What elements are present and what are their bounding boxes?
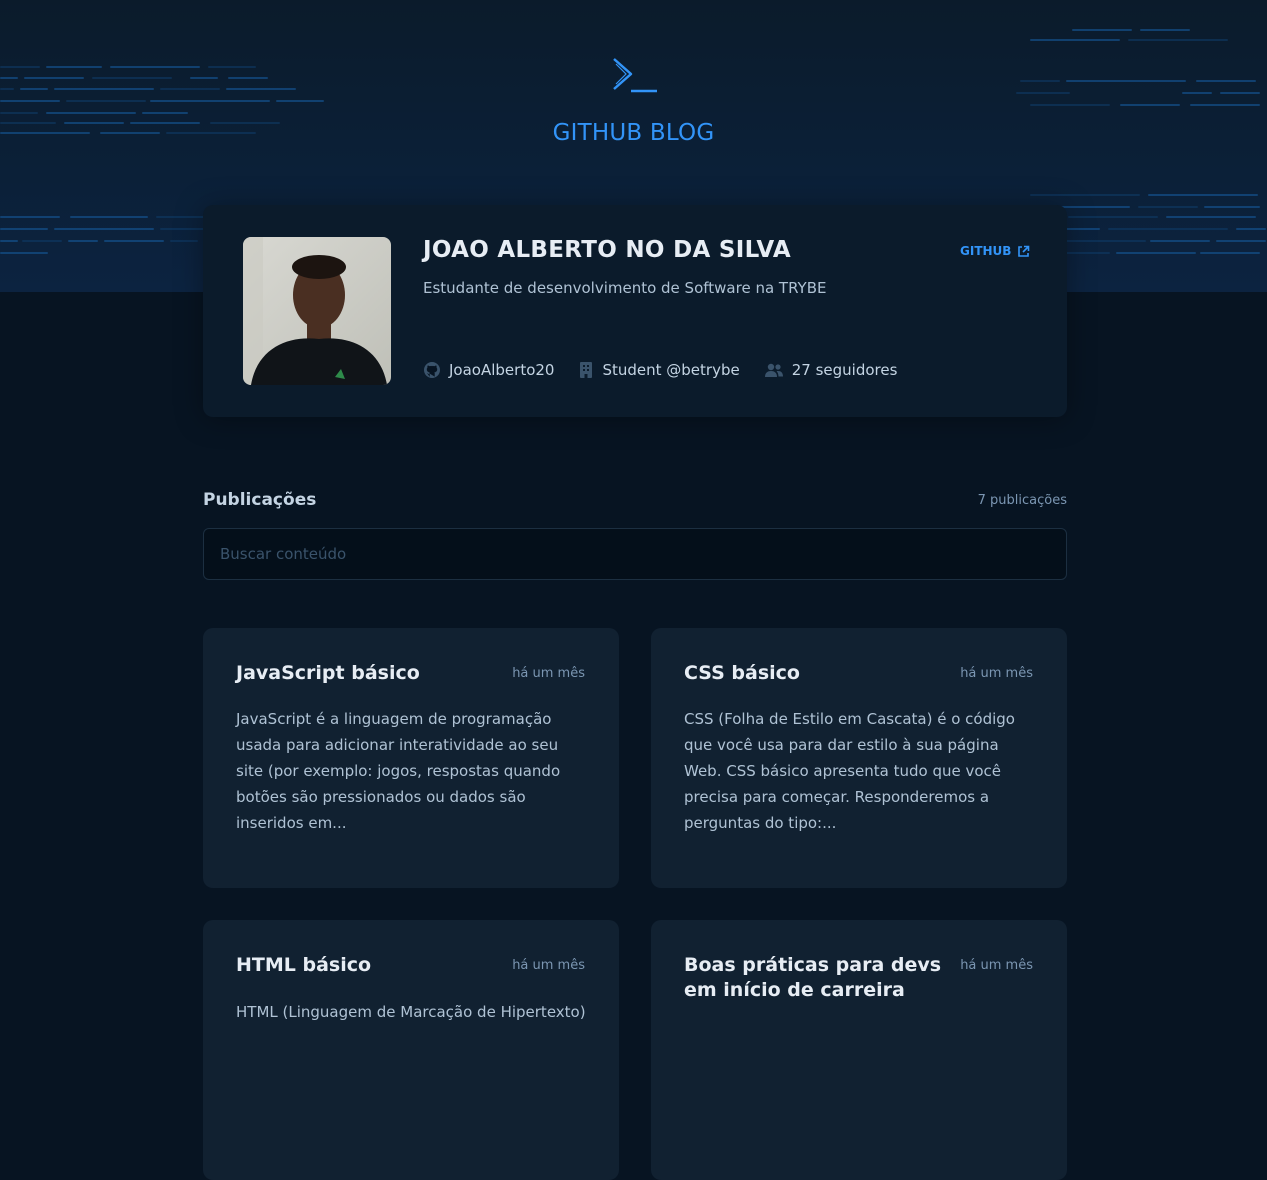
header-decoration-line [142,112,188,114]
header-decoration-line [0,66,40,68]
post-title: HTML básico [236,954,372,976]
post-date: há um mês [512,666,585,681]
profile-card: JOAO ALBERTO NO DA SILVA GITHUB Estudant… [203,205,1067,417]
header-decoration-line [1108,228,1228,230]
header-decoration-line [1016,92,1070,94]
post-excerpt: HTML (Linguagem de Marcação de Hipertext… [236,1003,586,1021]
profile-name: JOAO ALBERTO NO DA SILVA [423,237,792,263]
avatar [243,237,391,385]
publications-title: Publicações [203,490,317,510]
header-decoration-line [1066,80,1186,82]
header-decoration-line [1236,228,1266,230]
header-decoration-line [0,216,60,218]
header-decoration-line [1020,80,1060,82]
meta-followers: 27 seguidores [764,361,898,379]
header-decoration-line [1216,240,1266,242]
profile-followers: 27 seguidores [791,361,898,379]
post-date: há um mês [960,666,1033,681]
header-decoration-line [1030,104,1110,106]
header-decoration-line [68,240,98,242]
header-decoration-line [1204,206,1260,208]
publications-count: 7 publicações [977,493,1067,508]
post-date: há um mês [960,958,1033,973]
header-decoration-line [208,66,256,68]
header-decoration-line [1148,194,1258,196]
profile-meta: JoaoAlberto20 Student @betrybe 27 seguid… [423,361,897,379]
header-decoration-line [0,252,48,254]
header-decoration-line [1030,39,1120,41]
header-decoration-line [46,112,136,114]
header-decoration-line [46,66,102,68]
header-decoration-line [1138,206,1198,208]
post-card[interactable]: Boas práticas para devs em início de car… [651,920,1067,1180]
post-title: JavaScript básico [236,662,420,684]
header-decoration-line [92,77,172,79]
header-decoration-line [0,100,60,102]
external-link-icon [1018,245,1030,257]
header-decoration-line [0,240,18,242]
post-title: Boas práticas para devs em início de car… [684,954,942,1001]
header-decoration-line [226,88,296,90]
header-decoration-line [1068,216,1158,218]
header-decoration-line [1200,252,1260,254]
header-decoration-line [1150,240,1210,242]
header-decoration-line [1128,39,1228,41]
post-card[interactable]: CSS básico há um mês CSS (Folha de Estil… [651,628,1067,888]
header-decoration-line [0,112,38,114]
header-decoration-line [0,77,18,79]
header-decoration-line [70,216,148,218]
site-title: GITHUB BLOG [552,120,715,146]
meta-username: JoaoAlberto20 [423,361,554,379]
header-decoration-line [1196,80,1256,82]
header-decoration-line [170,240,198,242]
header-decoration-line [1060,206,1130,208]
header-decoration-line [1220,92,1260,94]
github-icon [424,362,440,378]
profile-company: Student @betrybe [602,361,740,379]
github-link-label[interactable]: GITHUB [960,244,1011,258]
terminal-icon [613,58,657,93]
header-decoration-line [1030,194,1140,196]
post-excerpt: CSS (Folha de Estilo em Cascata) é o cód… [684,710,1015,832]
header-decoration-line [54,228,154,230]
header-decoration-line [1120,104,1180,106]
users-icon [764,363,783,377]
header-decoration-line [1060,252,1110,254]
header-decoration-line [1140,29,1190,31]
header-decoration-line [1166,216,1256,218]
building-icon [580,362,593,378]
header-decoration-line [0,228,48,230]
post-excerpt: JavaScript é a linguagem de programação … [236,710,561,832]
post-card[interactable]: JavaScript básico há um mês JavaScript é… [203,628,619,888]
header-decoration-line [1190,104,1260,106]
post-date: há um mês [512,958,585,973]
header-decoration-line [54,88,154,90]
header-decoration-line [160,228,206,230]
github-link[interactable]: GITHUB [960,244,1030,258]
header-decoration-line [20,88,48,90]
post-card[interactable]: HTML básico há um mês HTML (Linguagem de… [203,920,619,1180]
post-title: CSS básico [684,662,800,684]
header-decoration-line [104,240,164,242]
header-decoration-line [276,100,324,102]
header-decoration-line [190,77,218,79]
header-decoration-line [228,77,268,79]
header-decoration-line [1116,252,1196,254]
header-decoration-line [150,100,270,102]
header-decoration-line [22,240,62,242]
header-decoration-line [66,100,146,102]
header-decoration-line [110,66,200,68]
profile-bio: Estudante de desenvolvimento de Software… [423,279,827,297]
header-decoration-line [1066,240,1146,242]
header-decoration-line [24,77,84,79]
search-input[interactable] [203,528,1067,580]
meta-company: Student @betrybe [578,361,740,379]
header-decoration-line [0,88,14,90]
profile-username: JoaoAlberto20 [449,361,555,379]
header-decoration-line [1072,29,1132,31]
header-decoration-line [1182,92,1212,94]
header-decoration-line [160,88,220,90]
